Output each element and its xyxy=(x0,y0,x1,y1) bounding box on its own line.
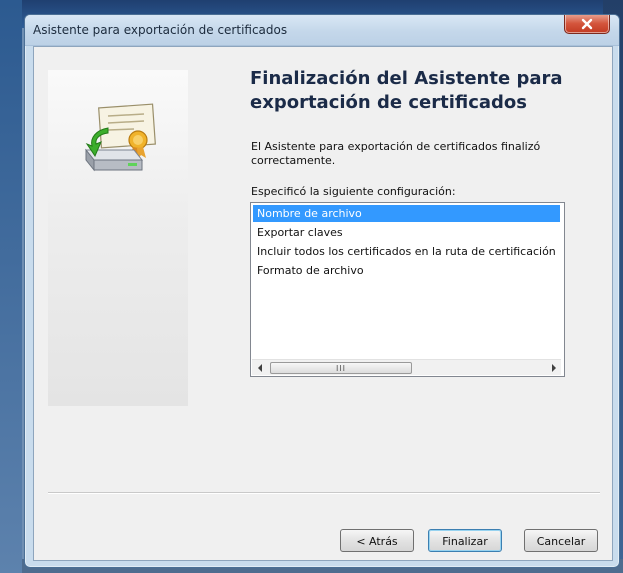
button-separator xyxy=(48,492,600,494)
window-title: Asistente para exportación de certificad… xyxy=(33,23,288,37)
title-bar[interactable]: Asistente para exportación de certificad… xyxy=(25,15,619,46)
certificate-export-wizard-window: Asistente para exportación de certificad… xyxy=(24,14,620,568)
desktop-background-left xyxy=(0,0,22,573)
close-button[interactable] xyxy=(564,15,610,34)
scroll-left-arrow-icon xyxy=(257,363,262,372)
scroll-right-arrow-icon xyxy=(551,363,556,372)
list-item[interactable]: Exportar claves xyxy=(253,224,560,241)
scroll-left-button[interactable] xyxy=(252,360,267,375)
back-button[interactable]: < Atrás xyxy=(340,529,414,552)
settings-label: Especificó la siguiente configuración: xyxy=(251,185,456,198)
scroll-thumb[interactable]: III xyxy=(270,362,412,374)
list-item[interactable]: Incluir todos los certificados en la rut… xyxy=(253,243,560,260)
wizard-client-area: Finalización del Asistente para exportac… xyxy=(33,46,613,561)
close-icon xyxy=(581,18,593,29)
list-item[interactable]: Formato de archivo xyxy=(253,262,560,279)
list-item[interactable]: Nombre de archivo xyxy=(253,205,560,222)
certificate-export-icon xyxy=(84,103,156,172)
horizontal-scrollbar[interactable]: III xyxy=(252,359,561,375)
wizard-heading: Finalización del Asistente para exportac… xyxy=(250,68,563,113)
finish-button[interactable]: Finalizar xyxy=(428,529,502,552)
wizard-description: El Asistente para exportación de certifi… xyxy=(251,140,541,167)
settings-listbox[interactable]: Nombre de archivo Exportar claves Inclui… xyxy=(250,202,565,377)
cancel-button[interactable]: Cancelar xyxy=(524,529,598,552)
wizard-side-panel xyxy=(48,70,188,406)
scroll-right-button[interactable] xyxy=(546,360,561,375)
